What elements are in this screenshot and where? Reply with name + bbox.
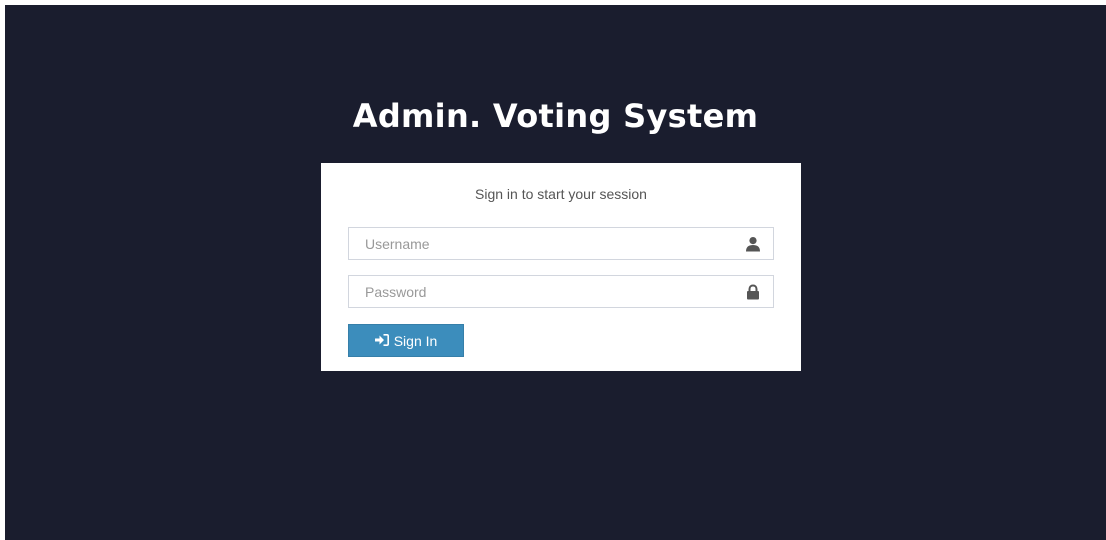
sign-in-button[interactable]: Sign In <box>348 324 464 357</box>
lock-icon <box>745 284 761 300</box>
password-field[interactable] <box>348 275 774 308</box>
login-box: Sign in to start your session Username S… <box>321 163 801 371</box>
page-background: Admin. Voting System Sign in to start yo… <box>5 5 1106 540</box>
password-input[interactable] <box>349 276 773 307</box>
sign-in-label: Sign In <box>393 332 438 349</box>
user-icon <box>745 236 761 252</box>
login-box-message: Sign in to start your session <box>475 186 647 202</box>
page-title: Admin. Voting System <box>352 97 759 135</box>
sign-in-icon <box>374 333 389 349</box>
username-field[interactable] <box>348 227 774 260</box>
username-input[interactable] <box>349 228 773 259</box>
